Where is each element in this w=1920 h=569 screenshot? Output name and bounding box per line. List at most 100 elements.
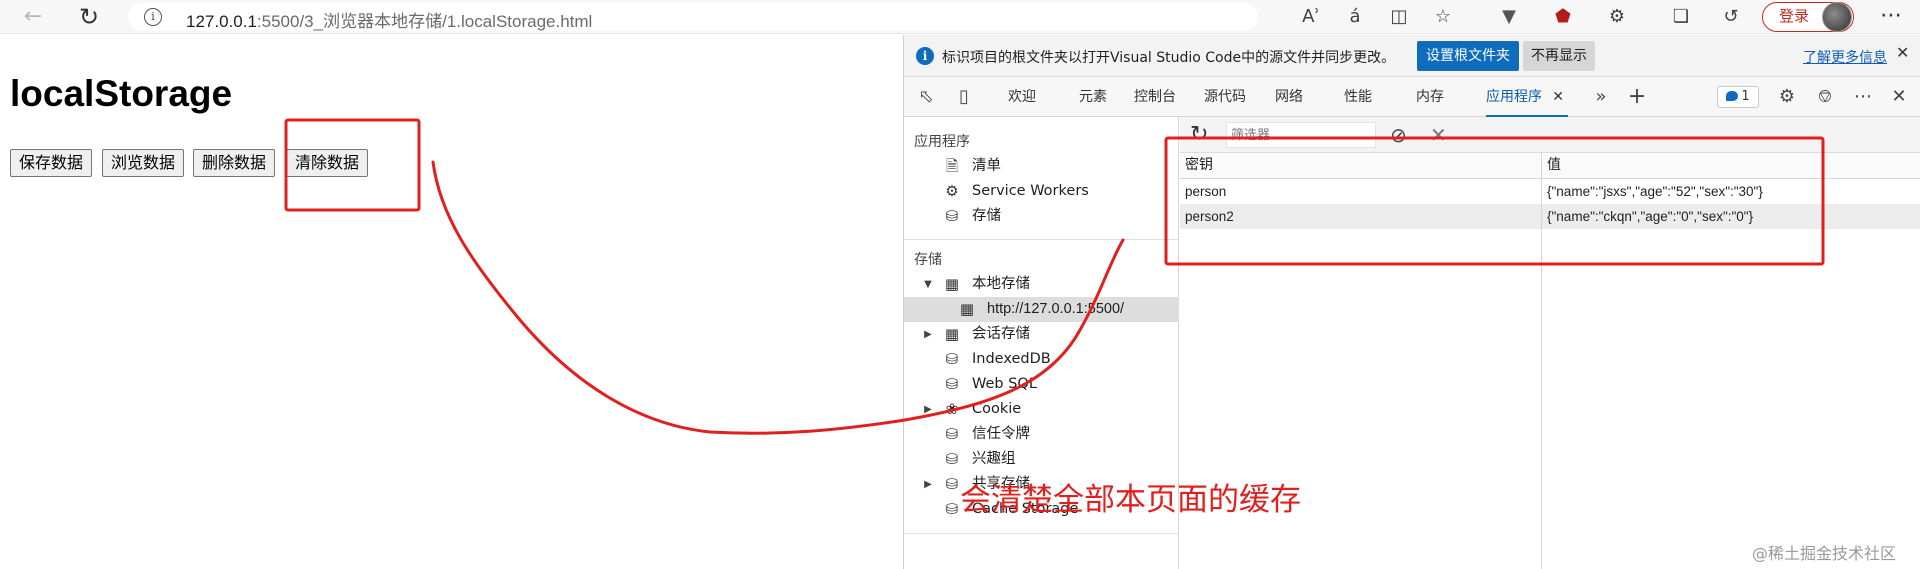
tab-application-label: 应用程序 <box>1486 89 1542 105</box>
sidebar-item-label: http://127.0.0.1:5500/ <box>987 301 1125 317</box>
customize-icon[interactable]: ⎊ <box>1812 77 1838 117</box>
sidebar-item-label: 兴趣组 <box>972 451 1016 467</box>
refresh-icon[interactable]: ↻ <box>1190 122 1208 148</box>
ublock-icon[interactable]: ⬟ <box>1548 5 1578 29</box>
history-icon[interactable]: ↺ <box>1716 5 1746 29</box>
table-row[interactable]: person {"name":"jsxs","age":"52","sex":"… <box>1180 179 1920 204</box>
cookie-icon: ❀ <box>945 400 959 418</box>
tab-network[interactable]: 网络 <box>1275 77 1303 117</box>
avatar[interactable] <box>1822 2 1852 32</box>
tab-elements[interactable]: 元素 <box>1079 77 1107 117</box>
back-icon[interactable]: ← <box>18 4 48 30</box>
sidebar-item-label: 会话存储 <box>972 326 1030 342</box>
favorites-add-icon[interactable]: ☆ <box>1428 5 1458 29</box>
sidebar-item-service-workers[interactable]: ⚙ Service Workers <box>904 179 1179 204</box>
translate-icon[interactable]: á <box>1340 5 1370 29</box>
save-data-button[interactable]: 保存数据 <box>10 149 93 177</box>
key-cell[interactable]: person2 <box>1180 204 1234 229</box>
collections-icon[interactable]: ❏ <box>1666 5 1696 29</box>
expanded-arrow-icon[interactable]: ▼ <box>922 272 934 297</box>
sidebar-item-storage-overview[interactable]: ⛁ 存储 <box>904 204 1179 229</box>
messages-badge[interactable]: 1 <box>1717 86 1759 108</box>
close-icon[interactable]: ✕ <box>1896 43 1909 62</box>
sidebar-item-indexeddb[interactable]: ⛁ IndexedDB <box>904 347 1179 372</box>
filter-input[interactable] <box>1226 122 1376 148</box>
extension-v-icon[interactable]: ▼ <box>1494 5 1524 29</box>
message-icon <box>1726 91 1739 101</box>
database-icon: ⛁ <box>945 450 959 468</box>
sidebar-item-label: 信任令牌 <box>972 426 1030 442</box>
sidebar-item-manifest[interactable]: 🗎 清单 <box>904 154 1179 179</box>
inspect-icon[interactable]: ⬁ <box>912 77 940 117</box>
url-text[interactable]: 127.0.0.1:5500/3_浏览器本地存储/1.localStorage.… <box>186 7 592 32</box>
extensions-icon[interactable]: ⚙ <box>1602 5 1632 29</box>
browse-data-button[interactable]: 浏览数据 <box>102 149 185 177</box>
more-tabs-icon[interactable]: » <box>1588 77 1614 117</box>
column-value-header[interactable]: 值 <box>1542 153 1920 178</box>
database-icon: ⛁ <box>945 207 959 225</box>
sidebar-item-local-storage[interactable]: ▼ ▦ 本地存储 <box>904 272 1179 297</box>
collapsed-arrow-icon[interactable]: ▶ <box>922 397 934 422</box>
more-options-icon[interactable]: ⋯ <box>1850 77 1876 117</box>
storage-toolbar: ↻ ⊘ ✕ <box>1180 117 1920 153</box>
close-devtools-icon[interactable]: ✕ <box>1886 77 1912 117</box>
tab-console[interactable]: 控制台 <box>1134 77 1176 117</box>
devtools-tab-bar: ⬁ ▯ 欢迎 元素 控制台 源代码 网络 性能 内存 应用程序 ✕ » + 1 ⚙… <box>904 77 1920 117</box>
table-row[interactable]: person2 {"name":"ckqn","age":"0","sex":"… <box>1180 204 1920 229</box>
sidebar-item-label: Web SQL <box>972 376 1037 392</box>
infobar-message: 标识项目的根文件夹以打开Visual Studio Code中的源文件并同步更改… <box>942 50 1396 66</box>
column-key-header[interactable]: 密钥 <box>1180 153 1541 178</box>
clear-all-icon[interactable]: ⊘ <box>1390 122 1407 148</box>
set-root-folder-button[interactable]: 设置根文件夹 <box>1417 41 1519 71</box>
collapsed-arrow-icon[interactable]: ▶ <box>922 472 934 497</box>
sidebar-item-interest-groups[interactable]: ⛁ 兴趣组 <box>904 447 1179 472</box>
clear-data-button[interactable]: 清除数据 <box>286 149 369 177</box>
device-toggle-icon[interactable]: ▯ <box>950 77 978 117</box>
tab-sources[interactable]: 源代码 <box>1204 77 1246 117</box>
tab-memory[interactable]: 内存 <box>1416 77 1444 117</box>
infobar: i 标识项目的根文件夹以打开Visual Studio Code中的源文件并同步… <box>904 35 1920 77</box>
table-header: 密钥 值 <box>1180 153 1920 179</box>
database-icon: ⛁ <box>945 500 959 518</box>
page-title: localStorage <box>10 73 233 114</box>
delete-data-button[interactable]: 删除数据 <box>193 149 276 177</box>
site-info-icon[interactable]: i <box>144 8 162 26</box>
tab-close-icon[interactable]: ✕ <box>1552 77 1564 117</box>
collapsed-arrow-icon[interactable]: ▶ <box>922 322 934 347</box>
sidebar-item-label: 存储 <box>972 208 1001 224</box>
dont-show-again-button[interactable]: 不再显示 <box>1523 41 1595 71</box>
grid-icon: ▦ <box>944 275 960 293</box>
file-icon: 🗎 <box>945 157 959 175</box>
sidebar-item-label: 本地存储 <box>972 276 1030 292</box>
sidebar-item-trust-tokens[interactable]: ⛁ 信任令牌 <box>904 422 1179 447</box>
delete-selected-icon[interactable]: ✕ <box>1430 122 1447 148</box>
more-menu-icon[interactable]: ⋯ <box>1880 2 1902 30</box>
section-storage: 存储 <box>914 252 942 268</box>
annotation-note: 会清楚全部本页面的缓存 <box>960 482 1301 518</box>
sidebar-item-web-sql[interactable]: ⛁ Web SQL <box>904 372 1179 397</box>
tab-application[interactable]: 应用程序 ✕ <box>1486 77 1568 117</box>
sidebar-item-label: IndexedDB <box>972 351 1051 367</box>
settings-gear-icon[interactable]: ⚙ <box>1774 77 1800 117</box>
gear-icon: ⚙ <box>945 182 959 200</box>
key-cell[interactable]: person <box>1180 179 1226 204</box>
message-count: 1 <box>1741 89 1750 104</box>
learn-more-link[interactable]: 了解更多信息 <box>1803 47 1887 67</box>
read-aloud-icon[interactable]: Aʾ <box>1296 5 1326 29</box>
column-divider <box>1541 153 1542 569</box>
split-screen-icon[interactable]: ◫ <box>1384 5 1414 29</box>
watermark: @稀土掘金技术社区 <box>1752 544 1897 563</box>
sidebar-item-label: 清单 <box>972 158 1001 174</box>
sidebar-item-session-storage[interactable]: ▶ ▦ 会话存储 <box>904 322 1179 347</box>
browser-toolbar: ← ↻ i 127.0.0.1:5500/3_浏览器本地存储/1.localSt… <box>0 0 1920 34</box>
sidebar-item-label: Service Workers <box>972 183 1089 199</box>
add-tab-icon[interactable]: + <box>1624 77 1650 117</box>
value-cell[interactable]: {"name":"jsxs","age":"52","sex":"30"} <box>1542 179 1763 204</box>
tab-welcome[interactable]: 欢迎 <box>1008 77 1036 117</box>
sidebar-item-origin[interactable]: ▦ http://127.0.0.1:5500/ <box>904 297 1179 322</box>
tab-performance[interactable]: 性能 <box>1344 77 1372 117</box>
value-cell[interactable]: {"name":"ckqn","age":"0","sex":"0"} <box>1542 204 1753 229</box>
sidebar-item-cookie[interactable]: ▶ ❀ Cookie <box>904 397 1179 422</box>
address-bar[interactable]: i 127.0.0.1:5500/3_浏览器本地存储/1.localStorag… <box>128 3 1258 31</box>
reload-icon[interactable]: ↻ <box>74 4 104 30</box>
